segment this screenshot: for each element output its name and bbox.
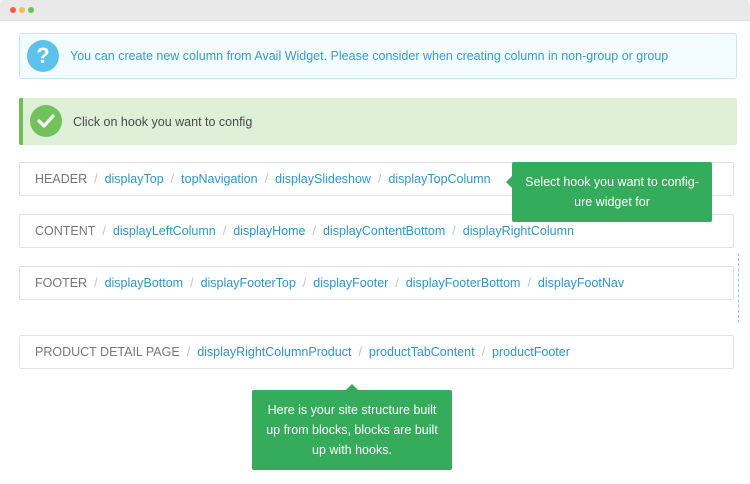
section-label-header: HEADER: [35, 172, 88, 186]
section-label-footer: FOOTER: [35, 276, 88, 290]
breadcrumb-separator: /: [452, 224, 456, 238]
question-circle-icon: ?: [27, 40, 59, 72]
breadcrumb-separator: /: [358, 345, 362, 359]
hook-displayFooterBottom[interactable]: displayFooterBottom: [406, 276, 521, 290]
breadcrumb-separator: /: [527, 276, 531, 290]
window-titlebar: [0, 0, 750, 21]
hook-productTabContent[interactable]: productTabContent: [369, 345, 475, 359]
info-alert: ? You can create new column from Avail W…: [19, 33, 737, 79]
check-circle-icon: [30, 105, 62, 137]
hook-displayHome[interactable]: displayHome: [233, 224, 305, 238]
breadcrumb-separator: /: [395, 276, 399, 290]
hook-productFooter[interactable]: productFooter: [492, 345, 570, 359]
hook-displaySlideshow[interactable]: displaySlideshow: [275, 172, 371, 186]
breadcrumb-separator: /: [312, 224, 316, 238]
hook-displayTopColumn[interactable]: displayTopColumn: [388, 172, 490, 186]
breadcrumb-separator: /: [377, 172, 382, 186]
hook-displayFootNav[interactable]: displayFootNav: [538, 276, 624, 290]
tooltip-line: Here is your site structure built: [267, 403, 437, 417]
select-hook-tooltip: Select hook you want to config- ure widg…: [506, 162, 712, 222]
hook-displayRightColumn[interactable]: displayRightColumn: [463, 224, 574, 238]
maximize-window-icon[interactable]: [28, 7, 34, 13]
dashed-guide-line: [738, 253, 739, 323]
section-label-content: CONTENT: [35, 224, 96, 238]
hook-topNavigation[interactable]: topNavigation: [181, 172, 257, 186]
breadcrumb-separator: /: [302, 276, 307, 290]
hook-displayFooter[interactable]: displayFooter: [313, 276, 388, 290]
success-alert: Click on hook you want to config: [19, 98, 737, 145]
tooltip-line: up from blocks, blocks are built: [266, 423, 438, 437]
breadcrumb-separator: /: [170, 172, 175, 186]
hook-displayTop[interactable]: displayTop: [105, 172, 164, 186]
product-hook-bar: PRODUCT DETAIL PAGE / displayRightColumnPr…: [19, 335, 734, 369]
breadcrumb-separator: /: [481, 345, 486, 359]
hook-displayRightColumnProduct[interactable]: displayRightColumnProduct: [197, 345, 351, 359]
breadcrumb-separator: /: [190, 276, 194, 290]
breadcrumb-separator: /: [102, 224, 106, 238]
minimize-window-icon[interactable]: [19, 7, 25, 13]
hook-displayBottom[interactable]: displayBottom: [105, 276, 184, 290]
section-label-product: PRODUCT DETAIL PAGE: [35, 345, 180, 359]
info-alert-text: You can create new column from Avail Wid…: [70, 49, 669, 63]
breadcrumb-separator: /: [222, 224, 227, 238]
breadcrumb-separator: /: [94, 172, 98, 186]
tooltip-line: ure widget for: [574, 195, 650, 209]
tooltip-line: up with hooks.: [312, 443, 392, 457]
site-structure-tooltip: Here is your site structure built up fro…: [252, 384, 452, 470]
hook-displayFooterTop[interactable]: displayFooterTop: [201, 276, 296, 290]
breadcrumb-separator: /: [264, 172, 269, 186]
close-window-icon[interactable]: [10, 7, 16, 13]
footer-hook-bar: FOOTER / displayBottom / displayFooterTop / di…: [19, 266, 734, 300]
success-alert-text: Click on hook you want to config: [73, 115, 253, 129]
breadcrumb-separator: /: [94, 276, 98, 290]
hook-displayContentBottom[interactable]: displayContentBottom: [323, 224, 445, 238]
tooltip-line: Select hook you want to config-: [525, 175, 699, 189]
hook-displayLeftColumn[interactable]: displayLeftColumn: [113, 224, 216, 238]
breadcrumb-separator: /: [186, 345, 191, 359]
